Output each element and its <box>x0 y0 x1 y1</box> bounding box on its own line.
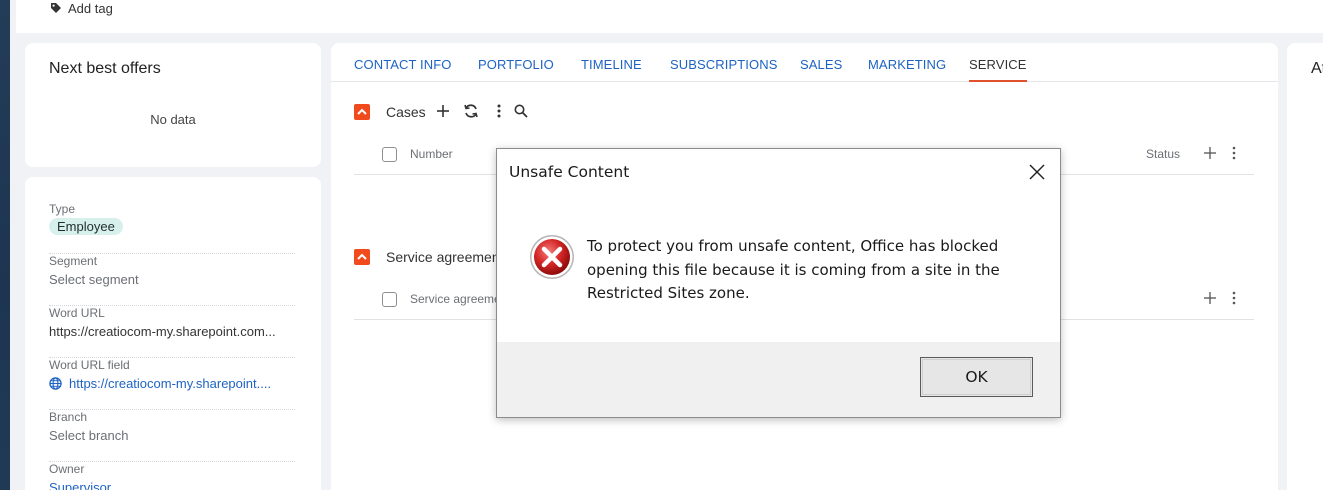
tab-contact-info[interactable]: CONTACT INFO <box>354 57 452 82</box>
field-word-url-field: Word URL field https://creatiocom-my.sha… <box>49 358 295 410</box>
field-label: Word URL field <box>49 358 130 372</box>
more-options-icon[interactable] <box>491 103 507 119</box>
column-options-icon[interactable] <box>1226 145 1242 161</box>
ok-button[interactable]: OK <box>920 357 1033 397</box>
column-number[interactable]: Number <box>410 147 453 161</box>
next-best-offers-card: Next best offers No data <box>25 43 321 167</box>
add-icon[interactable] <box>435 103 451 119</box>
tab-portfolio[interactable]: PORTFOLIO <box>478 57 554 82</box>
right-panel-card: At <box>1287 43 1323 490</box>
close-icon[interactable] <box>1026 161 1048 183</box>
column-options-icon[interactable] <box>1226 290 1242 306</box>
tab-subscriptions[interactable]: SUBSCRIPTIONS <box>670 57 777 82</box>
add-column-icon[interactable] <box>1202 290 1218 306</box>
cases-collapse-toggle[interactable] <box>354 104 370 120</box>
no-data-text: No data <box>150 112 196 127</box>
field-word-url: Word URL https://creatiocom-my.sharepoin… <box>49 306 295 358</box>
branch-select[interactable]: Select branch <box>49 428 295 443</box>
tag-icon <box>51 3 61 13</box>
tab-sales[interactable]: SALES <box>800 57 842 82</box>
header-bar <box>16 0 1323 33</box>
tab-service[interactable]: SERVICE <box>969 57 1027 82</box>
chevron-up-icon <box>357 108 367 115</box>
next-best-offers-title: Next best offers <box>49 60 161 77</box>
word-url-input[interactable]: https://creatiocom-my.sharepoint.com... <box>49 324 295 339</box>
dialog-footer: OK <box>497 342 1060 417</box>
tab-timeline[interactable]: TIMELINE <box>581 57 642 82</box>
search-icon[interactable] <box>513 103 529 119</box>
tab-bar: CONTACT INFO PORTFOLIO TIMELINE SUBSCRIP… <box>331 43 1278 82</box>
agreements-select-all-checkbox[interactable] <box>382 292 397 307</box>
field-owner: Owner Supervisor <box>49 462 295 490</box>
cases-title: Cases <box>386 104 426 120</box>
add-tag-label: Add tag <box>68 0 113 16</box>
field-label: Type <box>49 202 76 216</box>
field-segment: Segment Select segment <box>49 254 295 306</box>
dialog-title: Unsafe Content <box>509 163 630 181</box>
type-badge[interactable]: Employee <box>49 218 123 235</box>
field-label: Branch <box>49 410 88 424</box>
add-column-icon[interactable] <box>1202 145 1218 161</box>
error-icon <box>530 235 574 279</box>
add-tag-button[interactable]: Add tag <box>50 0 113 16</box>
owner-link[interactable]: Supervisor <box>49 480 295 490</box>
word-url-link[interactable]: https://creatiocom-my.sharepoint.... <box>69 376 271 391</box>
field-branch: Branch Select branch <box>49 410 295 462</box>
field-label: Segment <box>49 254 98 268</box>
field-type: Type Employee <box>49 202 295 254</box>
agreements-title: Service agreements <box>386 249 511 265</box>
chevron-up-icon <box>357 253 367 260</box>
field-label: Owner <box>49 462 85 476</box>
app-sidebar-strip <box>0 0 10 490</box>
unsafe-content-dialog: Unsafe Content To protect you from unsaf… <box>496 148 1061 418</box>
column-status[interactable]: Status <box>1146 147 1180 161</box>
dialog-message: To protect you from unsafe content, Offi… <box>587 237 1000 302</box>
field-label: Word URL <box>49 306 105 320</box>
cases-select-all-checkbox[interactable] <box>382 147 397 162</box>
refresh-icon[interactable] <box>463 103 479 119</box>
segment-select[interactable]: Select segment <box>49 272 295 287</box>
right-panel-title: At <box>1311 60 1323 77</box>
profile-fields-card: Type Employee Segment Select segment Wor… <box>25 177 321 490</box>
agreements-collapse-toggle[interactable] <box>354 249 370 265</box>
globe-icon <box>49 377 62 390</box>
tab-marketing[interactable]: MARKETING <box>868 57 946 82</box>
